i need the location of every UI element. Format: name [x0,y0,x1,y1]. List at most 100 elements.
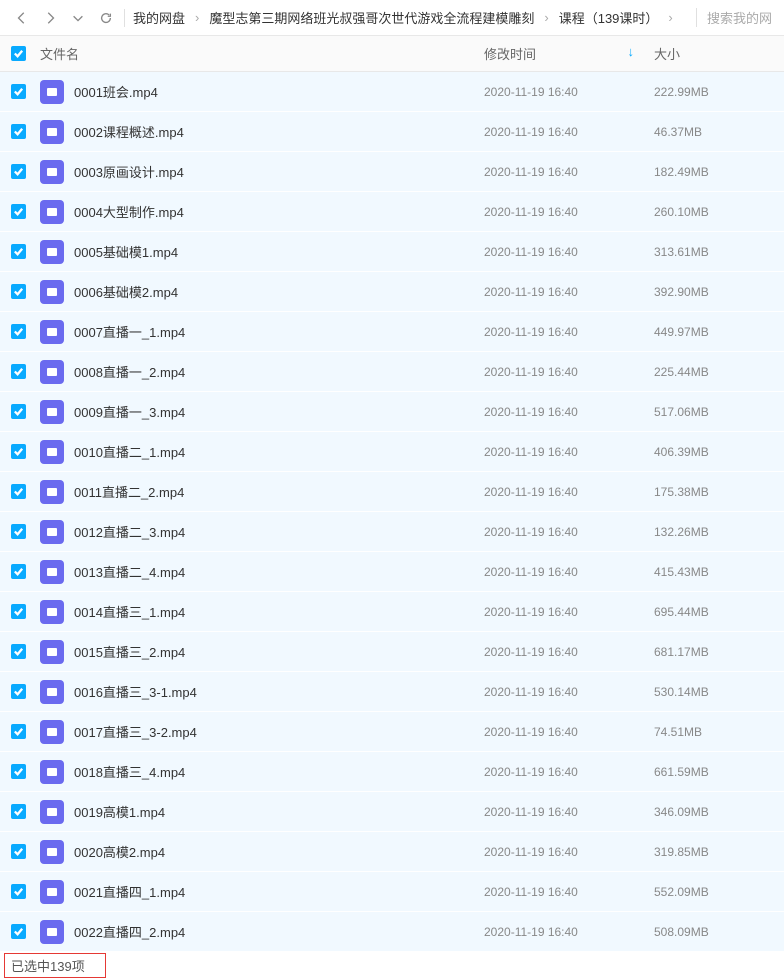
row-checkbox[interactable] [11,764,26,779]
table-row[interactable]: 0010直播二_1.mp42020-11-19 16:40406.39MB [0,432,784,472]
table-row[interactable]: 0009直播一_3.mp42020-11-19 16:40517.06MB [0,392,784,432]
file-size: 449.97MB [654,325,784,339]
file-size: 260.10MB [654,205,784,219]
table-row[interactable]: 0012直播二_3.mp42020-11-19 16:40132.26MB [0,512,784,552]
row-checkbox[interactable] [11,324,26,339]
file-size: 346.09MB [654,805,784,819]
table-row[interactable]: 0005基础模1.mp42020-11-19 16:40313.61MB [0,232,784,272]
row-checkbox[interactable] [11,644,26,659]
row-checkbox[interactable] [11,204,26,219]
file-name: 0008直播一_2.mp4 [74,362,185,381]
breadcrumb-item[interactable]: 魔型志第三期网络班光叔强哥次世代游戏全流程建模雕刻 [205,8,538,27]
video-file-icon [40,800,64,824]
file-date: 2020-11-19 16:40 [484,205,654,219]
video-file-icon [40,240,64,264]
table-row[interactable]: 0001班会.mp42020-11-19 16:40222.99MB [0,72,784,112]
search-input[interactable]: 搜索我的网 [696,8,776,27]
video-file-icon [40,400,64,424]
video-file-icon [40,520,64,544]
row-checkbox[interactable] [11,484,26,499]
dropdown-button[interactable] [64,4,92,32]
row-checkbox[interactable] [11,244,26,259]
table-row[interactable]: 0014直播三_1.mp42020-11-19 16:40695.44MB [0,592,784,632]
row-checkbox[interactable] [11,724,26,739]
table-row[interactable]: 0013直播二_4.mp42020-11-19 16:40415.43MB [0,552,784,592]
file-size: 225.44MB [654,365,784,379]
file-date: 2020-11-19 16:40 [484,525,654,539]
file-size: 182.49MB [654,165,784,179]
column-header-name[interactable]: 文件名 [36,44,484,63]
table-row[interactable]: 0016直播三_3-1.mp42020-11-19 16:40530.14MB [0,672,784,712]
chevron-right-icon: › [538,10,554,25]
file-date: 2020-11-19 16:40 [484,365,654,379]
chevron-right-icon: › [662,10,678,25]
file-date: 2020-11-19 16:40 [484,445,654,459]
file-name: 0019高模1.mp4 [74,802,165,821]
row-checkbox[interactable] [11,444,26,459]
file-date: 2020-11-19 16:40 [484,245,654,259]
file-name: 0021直播四_1.mp4 [74,882,185,901]
table-row[interactable]: 0011直播二_2.mp42020-11-19 16:40175.38MB [0,472,784,512]
table-row[interactable]: 0003原画设计.mp42020-11-19 16:40182.49MB [0,152,784,192]
selection-count: 已选中139项 [4,953,106,978]
file-date: 2020-11-19 16:40 [484,765,654,779]
table-row[interactable]: 0018直播三_4.mp42020-11-19 16:40661.59MB [0,752,784,792]
row-checkbox[interactable] [11,884,26,899]
file-date: 2020-11-19 16:40 [484,845,654,859]
row-checkbox[interactable] [11,844,26,859]
forward-button[interactable] [36,4,64,32]
file-size: 695.44MB [654,605,784,619]
table-row[interactable]: 0019高模1.mp42020-11-19 16:40346.09MB [0,792,784,832]
row-checkbox[interactable] [11,404,26,419]
breadcrumb-item[interactable]: 我的网盘 [129,8,189,27]
column-header-date[interactable]: 修改时间 ↓ [484,44,654,63]
select-all-checkbox[interactable] [11,46,26,61]
file-size: 132.26MB [654,525,784,539]
row-checkbox[interactable] [11,164,26,179]
table-row[interactable]: 0022直播四_2.mp42020-11-19 16:40508.09MB [0,912,784,952]
row-checkbox[interactable] [11,684,26,699]
file-name: 0009直播一_3.mp4 [74,402,185,421]
toolbar: 我的网盘 › 魔型志第三期网络班光叔强哥次世代游戏全流程建模雕刻 › 课程（13… [0,0,784,36]
video-file-icon [40,600,64,624]
video-file-icon [40,80,64,104]
breadcrumb: 我的网盘 › 魔型志第三期网络班光叔强哥次世代游戏全流程建模雕刻 › 课程（13… [129,8,696,27]
row-checkbox[interactable] [11,364,26,379]
file-name: 0013直播二_4.mp4 [74,562,185,581]
file-size: 74.51MB [654,725,784,739]
file-name: 0022直播四_2.mp4 [74,922,185,941]
file-size: 392.90MB [654,285,784,299]
file-name: 0011直播二_2.mp4 [74,482,184,501]
file-size: 222.99MB [654,85,784,99]
file-date: 2020-11-19 16:40 [484,285,654,299]
table-row[interactable]: 0004大型制作.mp42020-11-19 16:40260.10MB [0,192,784,232]
table-row[interactable]: 0008直播一_2.mp4 2020-11-19 16:40225.44MB [0,352,784,392]
row-checkbox[interactable] [11,604,26,619]
row-checkbox[interactable] [11,84,26,99]
row-checkbox[interactable] [11,804,26,819]
file-date: 2020-11-19 16:40 [484,605,654,619]
table-row[interactable]: 0020高模2.mp42020-11-19 16:40319.85MB [0,832,784,872]
table-row[interactable]: 0021直播四_1.mp42020-11-19 16:40552.09MB [0,872,784,912]
row-checkbox[interactable] [11,524,26,539]
table-row[interactable]: 0002课程概述.mp42020-11-19 16:4046.37MB [0,112,784,152]
file-name: 0010直播二_1.mp4 [74,442,185,461]
row-checkbox[interactable] [11,284,26,299]
file-name: 0020高模2.mp4 [74,842,165,861]
table-row[interactable]: 0007直播一_1.mp42020-11-19 16:40449.97MB [0,312,784,352]
row-checkbox[interactable] [11,124,26,139]
video-file-icon [40,360,64,384]
row-checkbox[interactable] [11,924,26,939]
file-size: 508.09MB [654,925,784,939]
column-header-size[interactable]: 大小 [654,44,784,63]
table-row[interactable]: 0006基础模2.mp42020-11-19 16:40392.90MB [0,272,784,312]
video-file-icon [40,840,64,864]
table-row[interactable]: 0017直播三_3-2.mp42020-11-19 16:4074.51MB [0,712,784,752]
refresh-button[interactable] [92,4,120,32]
breadcrumb-item[interactable]: 课程（139课时） [555,8,663,27]
video-file-icon [40,480,64,504]
row-checkbox[interactable] [11,564,26,579]
table-row[interactable]: 0015直播三_2.mp42020-11-19 16:40681.17MB [0,632,784,672]
back-button[interactable] [8,4,36,32]
file-date: 2020-11-19 16:40 [484,325,654,339]
